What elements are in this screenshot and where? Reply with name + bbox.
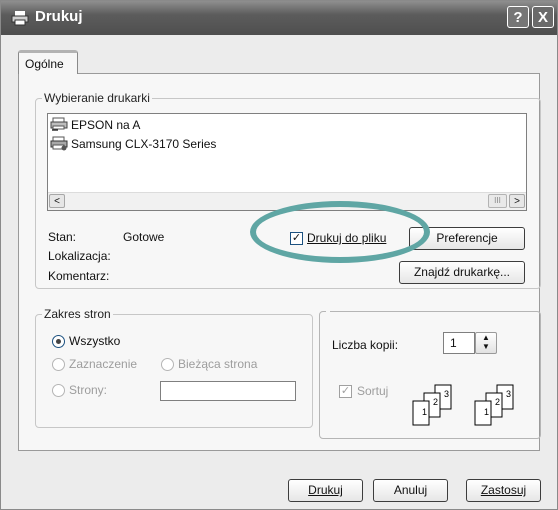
radio-selection[interactable]: [52, 358, 65, 371]
list-item-samsung[interactable]: Samsung CLX-3170 Series: [50, 135, 216, 152]
collate-page-number: 2: [495, 397, 500, 407]
comment-label: Komentarz:: [48, 269, 110, 283]
apply-button-label: Zastosuj: [480, 483, 527, 497]
collate-page-number: 3: [444, 389, 449, 399]
page-range-legend: Zakres stron: [44, 307, 111, 321]
scroll-right-button[interactable]: >: [509, 194, 525, 208]
collate-page-number: 1: [484, 407, 489, 417]
radio-all-label[interactable]: Wszystko: [69, 334, 120, 348]
printer-selection-legend: Wybieranie drukarki: [44, 91, 150, 105]
copies-spinner[interactable]: ▲ ▼: [475, 332, 497, 354]
help-button[interactable]: ?: [507, 6, 529, 28]
print-button[interactable]: Drukuj: [288, 479, 363, 502]
title-bar[interactable]: Drukuj ? X: [1, 1, 557, 35]
collate-page-number: 3: [506, 389, 511, 399]
printer-list[interactable]: EPSON na A Samsung CLX-3170 Series < III…: [47, 113, 527, 211]
printer-icon: [11, 11, 29, 26]
network-printer-icon: [50, 117, 68, 131]
printer-name: EPSON na A: [71, 117, 141, 132]
horizontal-scrollbar[interactable]: < III >: [48, 192, 526, 210]
scroll-thumb[interactable]: III: [488, 194, 507, 208]
print-button-label: Drukuj: [308, 483, 343, 497]
radio-pages-label[interactable]: Strony:: [69, 383, 107, 397]
tab-general[interactable]: Ogólne: [18, 50, 78, 74]
apply-button[interactable]: Zastosuj: [466, 479, 541, 502]
close-button[interactable]: X: [532, 6, 554, 28]
print-to-file-checkbox[interactable]: ✓: [290, 232, 303, 245]
print-dialog: Drukuj ? X Ogólne Wybieranie drukarki EP…: [0, 0, 558, 510]
radio-current-page[interactable]: [161, 358, 174, 371]
scroll-left-button[interactable]: <: [49, 194, 65, 208]
copies-input[interactable]: 1: [443, 332, 475, 354]
collate-page-number: 1: [422, 407, 427, 417]
radio-current-page-label[interactable]: Bieżąca strona: [178, 357, 257, 371]
radio-selection-label[interactable]: Zaznaczenie: [69, 357, 137, 371]
pages-input[interactable]: [160, 381, 296, 401]
collate-pages-icon: 3 2 1 3 2 1: [412, 384, 514, 426]
collate-checkbox[interactable]: ✓: [339, 385, 352, 398]
radio-pages[interactable]: [52, 384, 65, 397]
print-to-file-label[interactable]: Drukuj do pliku: [307, 231, 386, 245]
collate-page-number: 2: [433, 397, 438, 407]
printer-name: Samsung CLX-3170 Series: [71, 136, 217, 151]
find-printer-button[interactable]: Znajdź drukarkę...: [399, 261, 525, 284]
preferences-button[interactable]: Preferencje: [409, 227, 525, 250]
status-value: Gotowe: [123, 230, 165, 244]
window-title: Drukuj: [35, 8, 83, 25]
list-item-epson[interactable]: EPSON na A: [50, 116, 140, 133]
copies-label: Liczba kopii:: [332, 338, 399, 352]
location-label: Lokalizacja:: [48, 249, 111, 263]
cancel-button[interactable]: Anuluj: [373, 479, 448, 502]
radio-all[interactable]: [52, 335, 65, 348]
status-label: Stan:: [48, 230, 77, 244]
collate-label[interactable]: Sortuj: [357, 384, 388, 398]
printer-icon: [50, 136, 68, 151]
